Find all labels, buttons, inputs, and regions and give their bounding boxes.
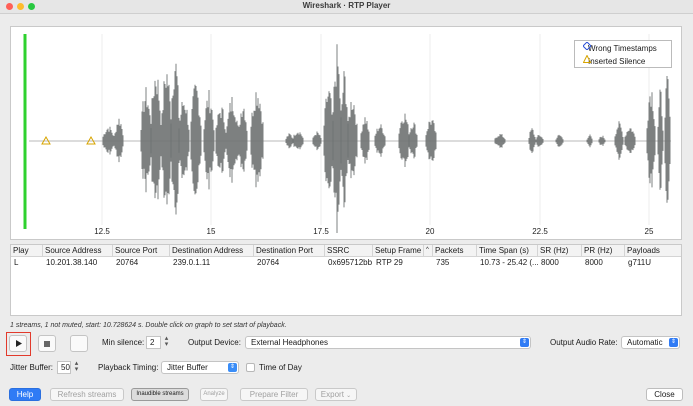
jitter-buffer-label: Jitter Buffer: [10, 363, 53, 372]
cell-destination-address: 239.0.1.11 [173, 258, 211, 267]
x-tick: 20 [425, 227, 435, 236]
triangle-icon [583, 55, 591, 63]
table-header: Play Source Address Source Port Destinat… [11, 245, 681, 257]
cell-play: L [14, 258, 19, 267]
column-header-sr[interactable]: SR (Hz) [537, 245, 568, 256]
chevron-updown-icon: ⇕ [520, 338, 529, 347]
x-tick: 22.5 [532, 227, 548, 236]
column-header-play[interactable]: Play [11, 245, 29, 256]
output-audio-rate-value: Automatic [627, 338, 663, 347]
cell-ssrc: 0x695712bb [328, 258, 373, 267]
streams-table[interactable]: Play Source Address Source Port Destinat… [10, 244, 682, 316]
column-header-payloads[interactable]: Payloads [624, 245, 660, 256]
cell-packets: 735 [436, 258, 450, 267]
x-tick: 25 [644, 227, 654, 236]
status-text: 1 streams, 1 not muted, start: 10.728624… [10, 322, 287, 329]
output-device-value: External Headphones [251, 338, 328, 347]
silence-marker-icon [86, 135, 96, 145]
silence-marker-icon [41, 135, 51, 145]
chevron-updown-icon: ⇕ [228, 363, 237, 372]
playback-timing-select[interactable]: Jitter Buffer ⇕ [161, 361, 239, 374]
column-header-time-span[interactable]: Time Span (s) [476, 245, 529, 256]
play-icon [15, 340, 22, 347]
column-header-pr[interactable]: PR (Hz) [581, 245, 612, 256]
refresh-streams-button[interactable]: Refresh streams [50, 388, 124, 401]
help-button[interactable]: Help [9, 388, 41, 401]
analyze-button[interactable]: Analyze [200, 388, 228, 401]
cell-payloads: g711U [628, 258, 651, 267]
x-tick: 12.5 [94, 227, 110, 236]
output-audio-rate-select[interactable]: Automatic ⇕ [621, 336, 680, 349]
jitter-buffer-stepper[interactable]: ▴ ▾ [73, 360, 80, 374]
legend-wrong-timestamps: Wrong Timestamps [583, 42, 657, 54]
column-header-packets[interactable]: Packets [432, 245, 463, 256]
cell-source-port: 20764 [116, 258, 139, 267]
time-of-day-checkbox[interactable] [246, 363, 255, 372]
min-silence-input[interactable]: 2 [146, 336, 161, 349]
graph-legend: Wrong Timestamps Inserted Silence [574, 40, 672, 68]
column-header-setup-frame[interactable]: Setup Frame [372, 245, 421, 256]
cell-sr: 8000 [541, 258, 559, 267]
column-header-destination-port[interactable]: Destination Port [253, 245, 313, 256]
stop-icon [44, 340, 50, 347]
column-header-destination-address[interactable]: Destination Address [169, 245, 243, 256]
legend-label: Wrong Timestamps [588, 43, 657, 53]
play-button[interactable] [9, 335, 27, 352]
sort-ascending-icon: ^ [423, 245, 429, 256]
x-tick: 17.5 [313, 227, 329, 236]
output-audio-rate-label: Output Audio Rate: [550, 338, 618, 347]
diamond-icon [583, 42, 591, 50]
waveform-graph[interactable]: 12.5 15 17.5 20 22.5 25 Wrong Timestamps… [10, 26, 682, 240]
chevron-down-icon: ⌄ [346, 393, 352, 399]
cell-pr: 8000 [585, 258, 603, 267]
min-silence-label: Min silence: [102, 338, 145, 347]
cell-source-address: 10.201.38.140 [46, 258, 98, 267]
stop-button[interactable] [38, 335, 56, 352]
cell-setup-frame: RTP 29 [376, 258, 403, 267]
playback-timing-value: Jitter Buffer [167, 363, 208, 372]
pause-button[interactable] [70, 335, 88, 352]
prepare-filter-button[interactable]: Prepare Filter [240, 388, 308, 401]
column-header-source-address[interactable]: Source Address [42, 245, 101, 256]
cell-time-span: 10.73 - 25.42 (... [480, 258, 539, 267]
title-bar: Wireshark · RTP Player [0, 0, 693, 14]
column-header-source-port[interactable]: Source Port [112, 245, 157, 256]
window-title: Wireshark · RTP Player [302, 1, 391, 10]
x-tick: 15 [206, 227, 216, 236]
inaudible-streams-button[interactable]: Inaudible streams [131, 388, 189, 401]
min-silence-stepper[interactable]: ▴ ▾ [163, 335, 170, 349]
table-row[interactable]: L 10.201.38.140 20764 239.0.1.11 20764 0… [11, 257, 681, 268]
export-label: Export [320, 390, 344, 399]
jitter-buffer-input[interactable]: 50 [57, 361, 71, 374]
cell-destination-port: 20764 [257, 258, 280, 267]
playback-timing-label: Playback Timing: [98, 363, 159, 372]
chevron-updown-icon: ⇕ [669, 338, 678, 347]
output-device-select[interactable]: External Headphones ⇕ [245, 336, 531, 349]
column-header-ssrc[interactable]: SSRC [324, 245, 349, 256]
close-button[interactable]: Close [646, 388, 683, 401]
legend-inserted-silence: Inserted Silence [583, 55, 645, 67]
waveform-bars [102, 44, 671, 233]
legend-label: Inserted Silence [588, 56, 646, 66]
time-of-day-label: Time of Day [259, 363, 302, 372]
output-device-label: Output Device: [188, 338, 241, 347]
export-button[interactable]: Export ⌄ [315, 388, 357, 401]
